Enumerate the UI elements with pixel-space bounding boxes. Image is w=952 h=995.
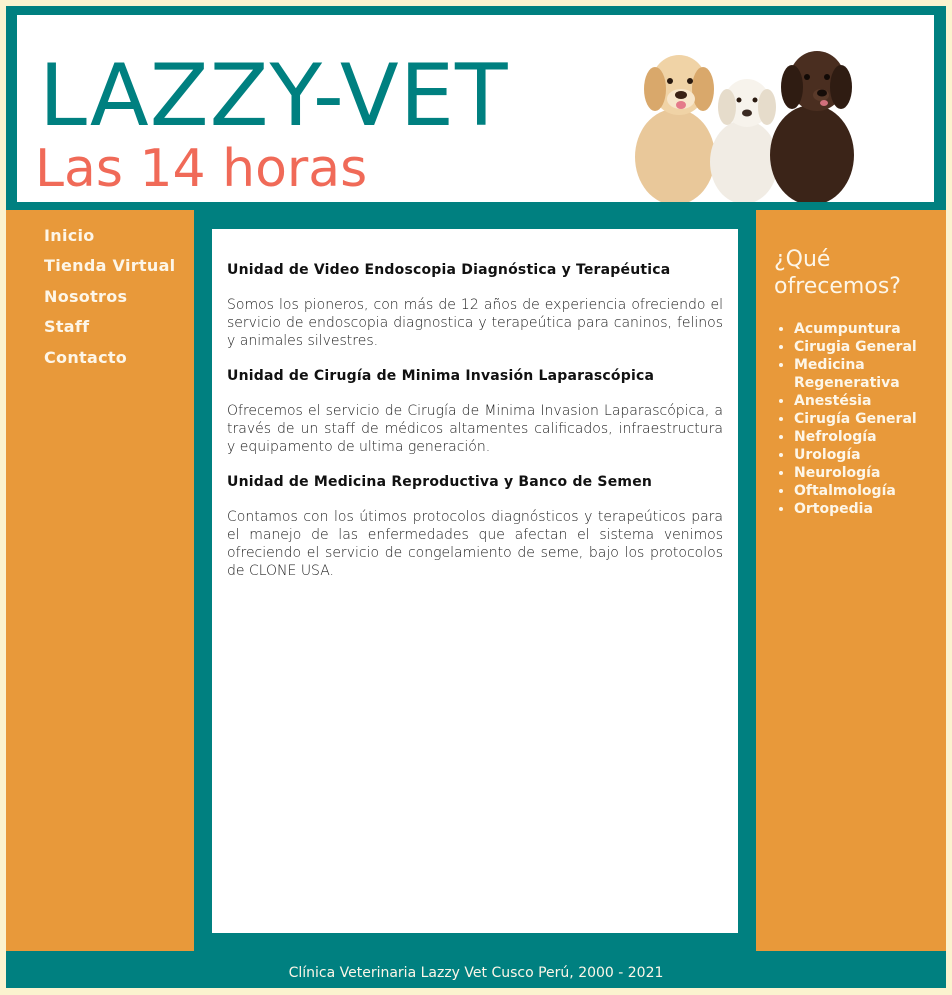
nav-link-tienda-virtual[interactable]: Tienda Virtual [44, 256, 175, 275]
nav-item-contacto: Contacto [44, 348, 175, 378]
service-item: Nefrología [794, 428, 944, 446]
nav-item-staff: Staff [44, 317, 175, 347]
section-heading: Unidad de Cirugía de Minima Invasión Lap… [227, 368, 655, 384]
nav-link-nosotros[interactable]: Nosotros [44, 287, 127, 306]
right-sidebar: ¿Qué ofrecemos? Acumpuntura Cirugia Gene… [756, 210, 946, 951]
section-body: Ofrecemos el servicio de Cirugía de Mini… [227, 403, 723, 455]
service-item: Anestésia [794, 392, 944, 410]
header-banner: LAZZY-VET Las 14 horas [17, 15, 934, 202]
footer-text: Clínica Veterinaria Lazzy Vet Cusco Perú… [288, 965, 664, 981]
section-body: Contamos con los útimos protocolos diagn… [227, 509, 723, 579]
site-title: LAZZY-VET [39, 46, 509, 146]
service-item: Ortopedia [794, 500, 944, 518]
site-subtitle: Las 14 horas [35, 139, 368, 199]
service-item: Urología [794, 446, 944, 464]
services-title: ¿Qué ofrecemos? [774, 247, 901, 299]
nav-link-contacto[interactable]: Contacto [44, 348, 127, 367]
nav-link-inicio[interactable]: Inicio [44, 226, 95, 245]
golden-puppy [635, 55, 715, 202]
service-item: Medicina Regenerativa [794, 356, 944, 392]
service-item: Cirugía General [794, 410, 944, 428]
white-puppy [710, 79, 778, 202]
left-sidebar: Inicio Tienda Virtual Nosotros Staff Con… [6, 210, 194, 951]
services-list: Acumpuntura Cirugia General Medicina Reg… [776, 320, 944, 518]
nav-item-nosotros: Nosotros [44, 287, 175, 317]
section-heading: Unidad de Medicina Reproductiva y Banco … [227, 474, 653, 490]
main-nav: Inicio Tienda Virtual Nosotros Staff Con… [44, 226, 175, 378]
service-item: Oftalmología [794, 482, 944, 500]
main-content: Unidad de Video Endoscopia Diagnóstica y… [212, 229, 738, 933]
puppies-image [635, 51, 854, 202]
service-item: Acumpuntura [794, 320, 944, 338]
service-item: Neurología [794, 464, 944, 482]
nav-item-inicio: Inicio [44, 226, 175, 256]
section-heading: Unidad de Video Endoscopia Diagnóstica y… [227, 262, 671, 278]
content-article: Unidad de Video Endoscopia Diagnóstica y… [227, 262, 723, 598]
nav-link-staff[interactable]: Staff [44, 317, 89, 336]
section-body: Somos los pioneros, con más de 12 años d… [227, 297, 723, 349]
service-item: Cirugia General [794, 338, 944, 356]
nav-item-tienda: Tienda Virtual [44, 256, 175, 286]
chocolate-puppy [770, 51, 854, 202]
footer: Clínica Veterinaria Lazzy Vet Cusco Perú… [6, 951, 946, 988]
